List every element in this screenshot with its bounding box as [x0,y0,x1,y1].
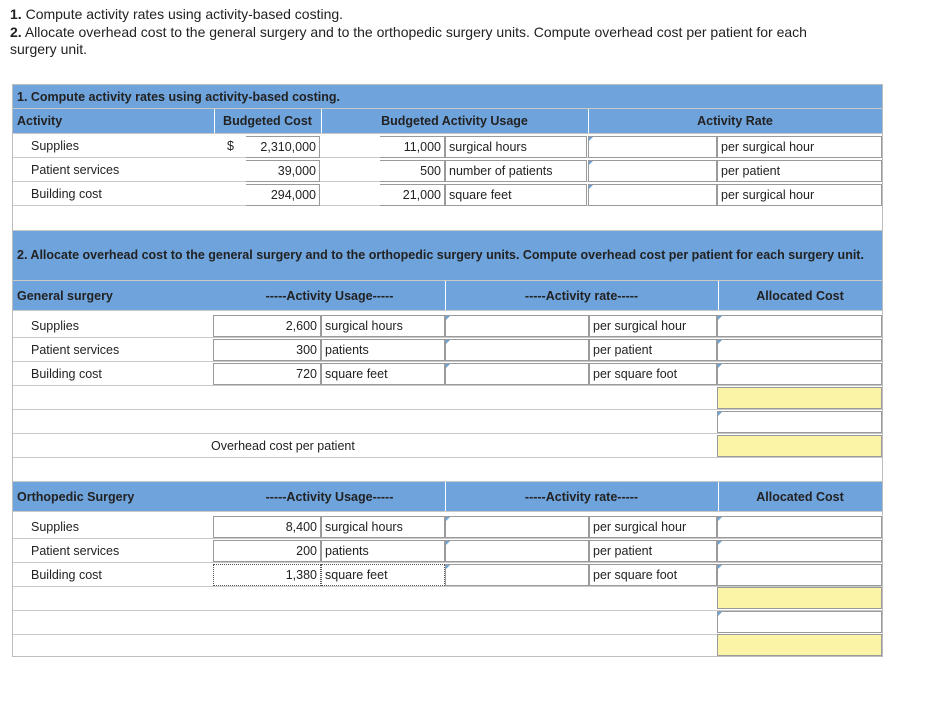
general-header-row: General surgery -----Activity Usage-----… [13,281,882,311]
activity-name: Building cost [31,186,102,201]
ortho-patient-usage: 200 [213,540,321,562]
general-alloc-header: Allocated Cost [756,288,844,303]
general-total-alloc-input[interactable] [717,387,882,409]
ortho-building-rate-input[interactable] [445,564,589,586]
header-activity: Activity [17,114,63,128]
ortho-supplies-rate-unit: per surgical hour [589,516,717,538]
general-supplies-rate-input[interactable] [445,315,589,337]
general-patient-rate-unit: per patient [589,339,717,361]
clipped-heading [0,0,948,4]
activity-name: Patient services [31,543,120,558]
activity-name: Building cost [31,366,102,381]
ortho-supplies-rate-input[interactable] [445,516,589,538]
currency-symbol: $ [227,138,234,153]
ortho-supplies-alloc-input[interactable] [717,516,882,538]
patient-services-usage-unit: number of patients [445,160,587,182]
general-patient-alloc-input[interactable] [717,339,882,361]
general-overhead-per-patient-input[interactable] [717,435,882,457]
general-blank-row [13,458,882,482]
ortho-building-rate-unit: per square foot [589,564,717,586]
ortho-supplies-usage: 8,400 [213,516,321,538]
patient-services-rate-unit: per patient [717,160,882,182]
part1-title-row: 1. Compute activity rates using activity… [13,85,882,109]
supplies-usage-unit: surgical hours [445,136,587,158]
general-patient-usage-unit: patients [321,339,445,361]
general-supplies-rate-unit: per surgical hour [589,315,717,337]
ortho-overhead-per-patient-input[interactable] [717,634,882,656]
requirement-2: 2. Allocate overhead cost to the general… [10,24,807,58]
general-building-usage-unit: square feet [321,363,445,385]
patient-services-rate-input[interactable] [588,160,717,182]
activity-name: Patient services [31,162,120,177]
building-rate-input[interactable] [588,184,717,206]
ortho-building-usage-unit: square feet [321,564,445,586]
general-patient-usage: 300 [213,339,321,361]
patient-services-cost-value: 39,000 [246,160,320,182]
supplies-cost-value: 2,310,000 [246,136,320,158]
ortho-alloc-header: Allocated Cost [756,489,844,504]
requirement-1: 1. Compute activity rates using activity… [10,6,343,23]
building-usage-value: 21,000 [380,184,445,206]
general-surgery-label: General surgery [17,288,113,303]
general-patients-input[interactable] [717,411,882,433]
general-supplies-usage: 2,600 [213,315,321,337]
req1-text: Compute activity rates using activity-ba… [25,6,344,22]
ortho-surgery-label: Orthopedic Surgery [17,489,135,504]
ortho-building-alloc-input[interactable] [717,564,882,586]
general-building-alloc-input[interactable] [717,363,882,385]
ortho-usage-header: -----Activity Usage----- [265,489,394,504]
general-building-rate-unit: per square foot [589,363,717,385]
activity-name: Supplies [31,318,79,333]
activity-name: Building cost [31,567,102,582]
general-rate-header: -----Activity rate----- [524,288,639,303]
supplies-usage-value: 11,000 [380,136,445,158]
general-building-usage: 720 [213,363,321,385]
building-cost-value: 294,000 [246,184,320,206]
general-supplies-usage-unit: surgical hours [321,315,445,337]
part2-title: 2. Allocate overhead cost to the general… [17,248,864,262]
req2-text-line2: surgery unit. [10,41,88,57]
req2-text-line1: Allocate overhead cost to the general su… [24,24,807,40]
overhead-per-patient-label: Overhead cost per patient [211,438,355,453]
activity-name: Supplies [31,519,79,534]
part2-title-row: 2. Allocate overhead cost to the general… [13,231,882,281]
part1-header-row: Activity Budgeted Cost Budgeted Activity… [13,109,882,134]
building-usage-unit: square feet [445,184,587,206]
part1-blank-row [13,206,882,231]
general-usage-header: -----Activity Usage----- [265,288,394,303]
part1-title: 1. Compute activity rates using activity… [17,89,341,104]
ortho-patients-input[interactable] [717,611,882,633]
ortho-patient-rate-unit: per patient [589,540,717,562]
general-supplies-alloc-input[interactable] [717,315,882,337]
req2-number: 2. [10,24,22,40]
header-activity-rate: Activity Rate [697,114,773,128]
patient-services-usage-value: 500 [380,160,445,182]
ortho-patient-rate-input[interactable] [445,540,589,562]
header-budgeted-cost: Budgeted Cost [223,114,312,128]
activity-name: Supplies [31,138,79,153]
ortho-header-row: Orthopedic Surgery -----Activity Usage--… [13,482,882,512]
req1-number: 1. [10,6,22,22]
ortho-supplies-usage-unit: surgical hours [321,516,445,538]
ortho-patient-alloc-input[interactable] [717,540,882,562]
supplies-rate-input[interactable] [588,136,717,158]
general-building-rate-input[interactable] [445,363,589,385]
ortho-building-usage: 1,380 [213,564,321,586]
general-patient-rate-input[interactable] [445,339,589,361]
building-rate-unit: per surgical hour [717,184,882,206]
ortho-patient-usage-unit: patients [321,540,445,562]
ortho-total-alloc-input[interactable] [717,587,882,609]
ortho-rate-header: -----Activity rate----- [524,489,639,504]
header-budgeted-usage: Budgeted Activity Usage [381,114,528,128]
activity-name: Patient services [31,342,120,357]
supplies-rate-unit: per surgical hour [717,136,882,158]
